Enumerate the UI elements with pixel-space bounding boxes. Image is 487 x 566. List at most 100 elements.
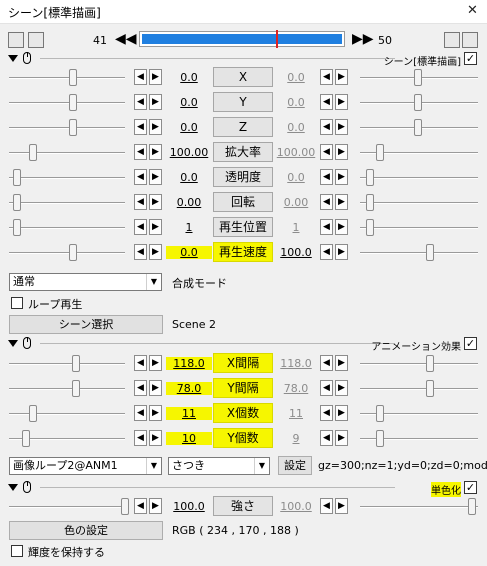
- right-slider-thumb[interactable]: [426, 355, 434, 372]
- increment-right-button[interactable]: ▶: [335, 355, 348, 371]
- increment-right-button[interactable]: ▶: [335, 380, 348, 396]
- right-slider-thumb[interactable]: [376, 405, 384, 422]
- param-name-button[interactable]: 再生速度: [213, 242, 273, 262]
- decrement-left-button[interactable]: ◀: [134, 194, 147, 210]
- left-slider-thumb[interactable]: [29, 144, 37, 161]
- increment-right-button[interactable]: ▶: [335, 69, 348, 85]
- param-name-button[interactable]: Y間隔: [213, 378, 273, 398]
- decrement-right-button[interactable]: ◀: [320, 194, 333, 210]
- left-slider-track[interactable]: [9, 127, 125, 129]
- right-value[interactable]: 9: [273, 432, 319, 445]
- increment-right-button[interactable]: ▶: [335, 194, 348, 210]
- decrement-left-button[interactable]: ◀: [134, 405, 147, 421]
- section-scene-checkbox[interactable]: ✓: [464, 52, 477, 65]
- right-slider-track[interactable]: [360, 363, 478, 365]
- timeline-slider[interactable]: [139, 30, 345, 48]
- left-slider-thumb[interactable]: [13, 169, 21, 186]
- decrement-right-button[interactable]: ◀: [320, 219, 333, 235]
- right-value[interactable]: 11: [273, 407, 319, 420]
- prev-frame-button[interactable]: ◀◀: [115, 31, 137, 47]
- increment-left-button[interactable]: ▶: [149, 69, 162, 85]
- increment-left-button[interactable]: ▶: [149, 169, 162, 185]
- anim-sub-select[interactable]: さつき ▼: [168, 457, 270, 475]
- decrement-right-button[interactable]: ◀: [320, 405, 333, 421]
- param-name-button[interactable]: 拡大率: [213, 142, 273, 162]
- clip-icon[interactable]: [28, 32, 44, 48]
- left-slider-track[interactable]: [9, 177, 125, 179]
- decrement-left-button[interactable]: ◀: [134, 69, 147, 85]
- increment-right-button[interactable]: ▶: [335, 430, 348, 446]
- left-slider-track[interactable]: [9, 227, 125, 229]
- decrement-left-button[interactable]: ◀: [134, 119, 147, 135]
- decrement-left-button[interactable]: ◀: [134, 169, 147, 185]
- left-slider-thumb[interactable]: [72, 355, 80, 372]
- close-button[interactable]: ✕: [458, 0, 487, 24]
- section-color-checkbox[interactable]: ✓: [464, 481, 477, 494]
- left-slider-track[interactable]: [9, 77, 125, 79]
- increment-left-button[interactable]: ▶: [149, 144, 162, 160]
- increment-right-button[interactable]: ▶: [335, 169, 348, 185]
- blend-mode-select[interactable]: 通常 ▼: [9, 273, 162, 291]
- decrement-left-button[interactable]: ◀: [134, 430, 147, 446]
- increment-left-button[interactable]: ▶: [149, 219, 162, 235]
- increment-left-button[interactable]: ▶: [149, 405, 162, 421]
- left-value[interactable]: 118.0: [166, 357, 212, 370]
- right-value[interactable]: 0.0: [273, 171, 319, 184]
- left-slider-thumb[interactable]: [72, 380, 80, 397]
- increment-left-button[interactable]: ▶: [149, 355, 162, 371]
- increment-left-button[interactable]: ▶: [149, 430, 162, 446]
- param-name-button[interactable]: 再生位置: [213, 217, 273, 237]
- increment-right-button[interactable]: ▶: [335, 144, 348, 160]
- decrement-left-button[interactable]: ◀: [134, 144, 147, 160]
- right-value[interactable]: 118.0: [273, 357, 319, 370]
- increment-left-button[interactable]: ▶: [149, 244, 162, 260]
- decrement-left-button[interactable]: ◀: [134, 94, 147, 110]
- left-slider-thumb[interactable]: [22, 430, 30, 447]
- collapse-triangle-icon[interactable]: [8, 484, 18, 491]
- decrement-right-button[interactable]: ◀: [320, 169, 333, 185]
- right-slider-track[interactable]: [360, 388, 478, 390]
- left-slider-track[interactable]: [9, 413, 125, 415]
- right-slider-track[interactable]: [360, 227, 478, 229]
- decrement-right-button[interactable]: ◀: [320, 430, 333, 446]
- right-value[interactable]: 100.00: [273, 146, 319, 159]
- param-name-button[interactable]: X個数: [213, 403, 273, 423]
- left-value[interactable]: 78.0: [166, 382, 212, 395]
- increment-right-button[interactable]: ▶: [335, 244, 348, 260]
- decrement-right-button[interactable]: ◀: [320, 355, 333, 371]
- right-slider-thumb[interactable]: [366, 219, 374, 236]
- increment-left-button[interactable]: ▶: [149, 498, 162, 514]
- left-slider-thumb[interactable]: [69, 119, 77, 136]
- right-slider-thumb[interactable]: [366, 169, 374, 186]
- left-slider-thumb[interactable]: [121, 498, 129, 515]
- left-slider-track[interactable]: [9, 202, 125, 204]
- increment-left-button[interactable]: ▶: [149, 380, 162, 396]
- next-frame-button[interactable]: ▶▶: [352, 31, 374, 47]
- decrement-right-button[interactable]: ◀: [320, 144, 333, 160]
- decrement-right-button[interactable]: ◀: [320, 119, 333, 135]
- param-name-button[interactable]: Y: [213, 92, 273, 112]
- keep-luminance-checkbox[interactable]: [11, 545, 23, 557]
- right-value[interactable]: 78.0: [273, 382, 319, 395]
- left-value[interactable]: 1: [166, 221, 212, 234]
- right-slider-thumb[interactable]: [376, 144, 384, 161]
- section-anim-checkbox[interactable]: ✓: [464, 337, 477, 350]
- left-value[interactable]: 11: [166, 407, 212, 420]
- increment-left-button[interactable]: ▶: [149, 119, 162, 135]
- param-name-button[interactable]: X: [213, 67, 273, 87]
- increment-right-button[interactable]: ▶: [335, 219, 348, 235]
- left-value[interactable]: 0.0: [166, 71, 212, 84]
- increment-right-button[interactable]: ▶: [335, 94, 348, 110]
- increment-right-button[interactable]: ▶: [335, 498, 348, 514]
- left-slider-thumb[interactable]: [29, 405, 37, 422]
- param-name-button[interactable]: Y個数: [213, 428, 273, 448]
- left-value[interactable]: 0.0: [166, 246, 212, 259]
- right-value[interactable]: 100.0: [273, 500, 319, 513]
- decrement-left-button[interactable]: ◀: [134, 380, 147, 396]
- increment-right-button[interactable]: ▶: [335, 405, 348, 421]
- collapse-triangle-icon[interactable]: [8, 55, 18, 62]
- param-name-button[interactable]: X間隔: [213, 353, 273, 373]
- left-slider-track[interactable]: [9, 388, 125, 390]
- left-slider-thumb[interactable]: [13, 194, 21, 211]
- increment-left-button[interactable]: ▶: [149, 94, 162, 110]
